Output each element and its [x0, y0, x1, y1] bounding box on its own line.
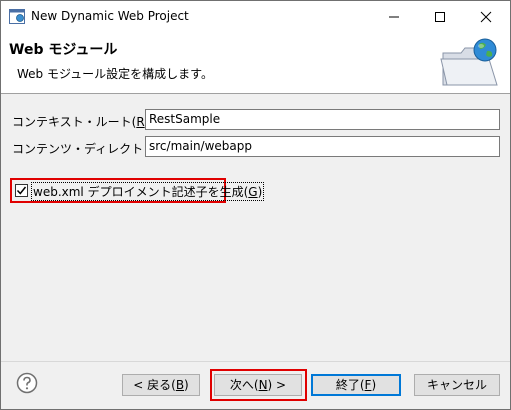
title-bar[interactable]: New Dynamic Web Project [1, 1, 510, 31]
minimize-button[interactable] [371, 1, 417, 31]
content-dir-value: src/main/webapp [149, 139, 252, 153]
finish-button[interactable]: 終了(F) [311, 374, 401, 396]
web-folder-globe-icon [439, 35, 501, 91]
generate-webxml-option[interactable]: web.xml デプロイメント記述子を生成(G) [10, 178, 265, 203]
checkmark-icon [16, 186, 27, 195]
context-root-label: コンテキスト・ルート(R): [12, 115, 153, 129]
minimize-icon [389, 16, 399, 18]
maximize-icon [435, 12, 445, 22]
button-bar-separator [1, 361, 510, 362]
help-button[interactable] [16, 372, 38, 394]
window-title: New Dynamic Web Project [31, 9, 189, 23]
generate-webxml-label: web.xml デプロイメント記述子を生成(G) [31, 182, 265, 201]
close-button[interactable] [463, 1, 509, 31]
cancel-button[interactable]: キャンセル [414, 374, 500, 396]
dialog-window: New Dynamic Web Project Web モジュール Web モジ… [0, 0, 511, 410]
content-dir-field[interactable]: src/main/webapp [145, 136, 500, 157]
close-icon [480, 11, 492, 23]
context-root-field[interactable]: RestSample [145, 109, 500, 130]
wizard-header: Web モジュール Web モジュール設定を構成します。 [1, 31, 510, 94]
page-description: Web モジュール設定を構成します。 [17, 67, 213, 81]
generate-webxml-checkbox[interactable] [15, 184, 28, 197]
back-button[interactable]: < 戻る(B) [122, 374, 200, 396]
eclipse-app-icon [9, 9, 25, 24]
help-icon [16, 372, 38, 394]
maximize-button[interactable] [417, 1, 463, 31]
context-root-value: RestSample [149, 112, 221, 126]
next-button-highlight [210, 369, 307, 401]
page-title: Web モジュール [9, 42, 118, 58]
